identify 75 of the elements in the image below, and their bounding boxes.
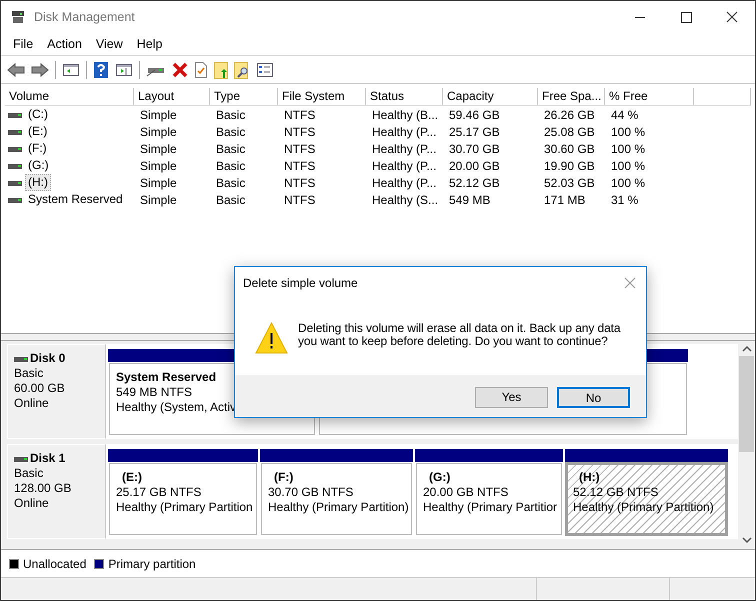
- table-cell: 25.08 GB: [544, 124, 595, 138]
- table-cell: 52.12 GB: [449, 176, 500, 190]
- partition-size: 52.12 GB NTFS: [573, 485, 658, 500]
- table-cell: Simple: [140, 108, 177, 122]
- table-cell: 100 %: [611, 142, 646, 156]
- table-cell: 100 %: [611, 124, 646, 138]
- table-cell-text: (C:): [27, 106, 49, 123]
- table-cell: 19.90 GB: [544, 158, 595, 172]
- table-cell: Basic: [216, 158, 246, 172]
- table-cell: Healthy (P...: [372, 142, 436, 156]
- partition-name: (E:): [121, 470, 142, 485]
- partition-status: Healthy (Primary Partition): [573, 500, 714, 515]
- window-title: Disk Management: [34, 8, 135, 26]
- table-cell: 25.17 GB: [449, 124, 500, 138]
- table-cell: Simple: [140, 124, 177, 138]
- table-cell: Simple: [140, 176, 177, 190]
- table-cell: 100 %: [611, 176, 646, 190]
- partition-status: Healthy (Primary Partition): [268, 500, 409, 515]
- table-cell: Healthy (P...: [372, 124, 436, 138]
- legend-label: Unallocated: [23, 556, 86, 572]
- partition-name: (H:): [578, 470, 600, 485]
- table-cell: Basic: [216, 142, 246, 156]
- partition-size: 30.70 GB NTFS: [268, 485, 354, 500]
- table-cell: 44 %: [611, 108, 638, 122]
- table-cell: Simple: [140, 158, 177, 172]
- table-cell: Basic: [216, 124, 246, 138]
- partition-status: Healthy (Primary Partitior: [423, 500, 558, 515]
- partition-size: 549 MB NTFS: [116, 385, 192, 400]
- table-cell: 26.26 GB: [544, 108, 595, 122]
- table-cell: Healthy (P...: [372, 176, 436, 190]
- table-cell-text: (G:): [27, 157, 50, 174]
- table-cell: 52.03 GB: [544, 176, 595, 190]
- table-cell: 30.60 GB: [544, 142, 595, 156]
- table-cell-text: (F:): [27, 140, 48, 157]
- partition-size: 25.17 GB NTFS: [116, 485, 202, 500]
- table-cell: NTFS: [284, 176, 316, 190]
- table-cell: Simple: [140, 192, 177, 206]
- table-cell: Basic: [216, 192, 246, 206]
- table-cell-text: (E:): [27, 123, 48, 140]
- disk-name: Disk 0: [30, 351, 66, 366]
- table-cell: Simple: [140, 142, 177, 156]
- partition-size: 20.00 GB NTFS: [423, 485, 508, 500]
- table-cell: 30.70 GB: [449, 142, 500, 156]
- dialog-title: Delete simple volume: [243, 275, 358, 292]
- table-cell: 171 MB: [544, 192, 586, 206]
- partition-name: (G:): [428, 470, 450, 485]
- table-cell: Healthy (S...: [372, 192, 438, 206]
- table-cell: Healthy (P...: [372, 158, 436, 172]
- table-cell: 31 %: [611, 192, 638, 206]
- disk-size: 128.00 GB: [14, 481, 72, 496]
- legend-label: Primary partition: [108, 556, 196, 572]
- table-cell: NTFS: [284, 142, 316, 156]
- table-cell: Healthy (B...: [372, 108, 438, 122]
- table-cell: NTFS: [284, 158, 316, 172]
- partition-name: (F:): [273, 470, 294, 485]
- table-cell: 20.00 GB: [449, 158, 500, 172]
- table-cell: NTFS: [284, 124, 316, 138]
- disk-size: 60.00 GB: [14, 381, 66, 396]
- partition-status: Healthy (Primary Partition: [116, 500, 253, 515]
- table-cell: Basic: [216, 176, 246, 190]
- dialog-message: Deleting this volume will erase all data on it. Back up any data you want to keep before deleting. Do you want to continue?: [298, 322, 622, 348]
- table-cell: Basic: [216, 108, 246, 122]
- table-cell: 100 %: [611, 158, 646, 172]
- table-cell-text: System Reserved: [27, 191, 124, 208]
- disk-status: Online: [14, 496, 50, 511]
- disk-name: Disk 1: [30, 451, 66, 466]
- table-cell: NTFS: [284, 108, 316, 122]
- disk-status: Online: [14, 396, 50, 411]
- table-cell: NTFS: [284, 192, 316, 206]
- disk-type: Basic: [14, 466, 44, 481]
- disk-type: Basic: [14, 366, 44, 381]
- table-cell: 549 MB: [449, 192, 490, 206]
- table-cell: 59.46 GB: [449, 108, 500, 122]
- partition-name: System Reserved: [116, 370, 216, 385]
- table-cell: (H:): [25, 174, 51, 191]
